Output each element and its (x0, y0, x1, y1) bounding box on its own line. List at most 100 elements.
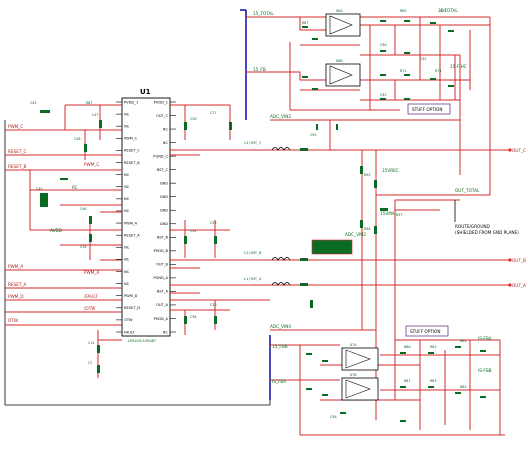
svg-text:C52: C52 (380, 93, 387, 97)
svg-text:C27: C27 (210, 111, 217, 115)
svg-text:C38: C38 (190, 315, 197, 319)
net-out-a: OUT_A (512, 283, 526, 288)
chip-pin-right-label: GND (160, 209, 168, 213)
chip-pin-right-label: BST_A (157, 290, 169, 294)
net-adc-vin2: ADC_VIN2 (270, 114, 291, 119)
svg-text:C47: C47 (92, 113, 99, 117)
svg-text:L1/SHT_A: L1/SHT_A (244, 277, 262, 281)
svg-text:R85: R85 (460, 385, 467, 389)
chip-pin-right-label: OUT_A (156, 303, 168, 307)
net-avdd: AVDD (50, 228, 62, 233)
net-reset-b: RESET_B (8, 164, 27, 169)
svg-text:15-F/HC: 15-F/HC (450, 64, 467, 69)
svg-text:R74: R74 (435, 69, 442, 73)
svg-text:R81: R81 (404, 379, 411, 383)
chip-pin-left-label: RESET_C (124, 149, 140, 153)
net-15vrec: 15VREC (382, 168, 399, 173)
svg-text:U6B: U6B (336, 59, 343, 63)
net-otw-bar: /OTW (84, 306, 95, 311)
svg-text:C46: C46 (80, 207, 87, 211)
svg-text:U6A: U6A (336, 9, 343, 13)
chip-pin-left-label: PVDD_1 (124, 100, 138, 104)
net-out-b: OUT_B (512, 258, 526, 263)
net-reset-a: RESET_A (8, 282, 27, 287)
svg-text:R69: R69 (400, 9, 407, 13)
net-is-fba: IS_FBA (272, 379, 286, 384)
svg-text:U7A: U7A (350, 343, 357, 347)
svg-text:C32: C32 (420, 57, 427, 61)
net-15-total-out: 15-TOTAL (438, 8, 458, 13)
net-otw: OTW (8, 318, 18, 323)
svg-text:R83: R83 (430, 379, 437, 383)
chip-pin-left-label: NC (124, 185, 130, 189)
chip-pin-left-label: NC (124, 197, 130, 201)
svg-text:C39: C39 (210, 303, 217, 307)
net-out-c: OUT_C (512, 148, 526, 153)
svg-text:R84: R84 (460, 339, 467, 343)
svg-text:C10: C10 (80, 245, 87, 249)
chip-pin-right-label: NC (163, 127, 169, 131)
chip-pin-right-label: NC (163, 330, 169, 334)
svg-text:R67: R67 (302, 21, 309, 25)
net-rc: RC (72, 185, 78, 190)
chip-pin-left-label: FAULT (124, 330, 135, 334)
net-adc-vin4: ADC_VIN4 (270, 324, 291, 329)
top-opamp-section: R67 U6A U6B R69 R73 C50 C32 R71 R74 C52 … (240, 8, 491, 195)
stuff-option-label-bottom: STUFF OPTION (410, 329, 440, 334)
chip-pin-right-label: OUT_C (156, 114, 168, 118)
chip-pin-left-label: RESET_B (124, 161, 140, 165)
chip-pin-left-label: NC (124, 112, 130, 116)
stuff-option-label-top: STUFF OPTION (412, 107, 442, 112)
chip-pin-left-label: NC (124, 246, 130, 250)
chip-pin-right-label: BST_C (157, 168, 169, 172)
chip-pin-left-label: OTW (124, 318, 133, 322)
svg-text:C14: C14 (88, 341, 95, 345)
net-fault: /FAULT (84, 294, 98, 299)
svg-text:L2/SHT_B: L2/SHT_B (244, 251, 261, 255)
chip-pin-right-label: PGND_C (153, 154, 168, 158)
net-pwm-c: PWM_C (8, 124, 23, 129)
schematic-canvas: R67 U6A U6B R69 R73 C50 C32 R71 R74 C52 … (4, 8, 526, 436)
bottom-opamp-section: U7A U7B R80 R82 R84 R81 R83 R85 C58 ADC_… (269, 324, 505, 436)
svg-text:C55: C55 (310, 133, 317, 137)
chip-pin-right-label: PGND_A (153, 276, 168, 280)
svg-text:R67: R67 (86, 101, 93, 105)
chip-pin-left-label: NC (124, 258, 130, 262)
svg-text:C45: C45 (36, 187, 43, 191)
svg-text:U7B: U7B (350, 373, 357, 377)
net-pwm-a: PWM_A (8, 264, 23, 269)
chip-pin-right-label: GND (160, 222, 168, 226)
svg-text:IS-FBA: IS-FBA (478, 336, 492, 341)
svg-text:C58: C58 (330, 415, 337, 419)
net-15-fbb: 15_FBB (272, 344, 288, 349)
route-note-line2: (SHIELDED FROM GND PLANE) (455, 230, 519, 235)
chip-pin-left-label: NC (124, 209, 130, 213)
svg-text:L3/SHT_C: L3/SHT_C (244, 141, 261, 145)
net-pwm-d: PWM_D (8, 294, 24, 299)
chip-part-label: LM3429/LM3487 (128, 339, 156, 343)
chip-pin-left-label: NC (124, 282, 130, 286)
svg-text:C2: C2 (88, 361, 92, 365)
svg-text:ADC_VIN2: ADC_VIN2 (345, 232, 366, 237)
svg-text:C33: C33 (210, 221, 217, 225)
chip-pin-right-label: OUT_B (156, 263, 168, 267)
chip-ref: U1 (140, 88, 151, 96)
right-outputs: C26 C27 C34 C33 C38 C39 L3/SHT_C L2/SHT_… (170, 104, 526, 420)
chip-pin-left-label: NC (124, 270, 130, 274)
net-15vma: 15VMA (380, 211, 395, 216)
chip-pin-right-label: NC (163, 141, 169, 145)
chip-pin-left-label: RESET_D (124, 306, 140, 310)
net-out-total: OUT_TOTAL (455, 188, 480, 193)
net-15-total: 15_TOTAL (253, 11, 274, 16)
svg-text:R56: R56 (364, 227, 371, 231)
svg-text:R55: R55 (364, 173, 371, 177)
svg-text:C26: C26 (190, 117, 197, 121)
net-pwm-c-inner: PWM_C (84, 162, 99, 167)
svg-text:C45: C45 (30, 101, 37, 105)
chip-pin-right-label: GND (160, 195, 168, 199)
chip-pin-right-label: PVDD_B (154, 249, 169, 253)
svg-text:R57: R57 (396, 213, 403, 217)
chip-pin-left-label: RESET_A (124, 233, 140, 237)
chip-pin-left-label: PWM_D (124, 294, 138, 298)
chip-pin-left-label: PWM_C (124, 137, 138, 141)
